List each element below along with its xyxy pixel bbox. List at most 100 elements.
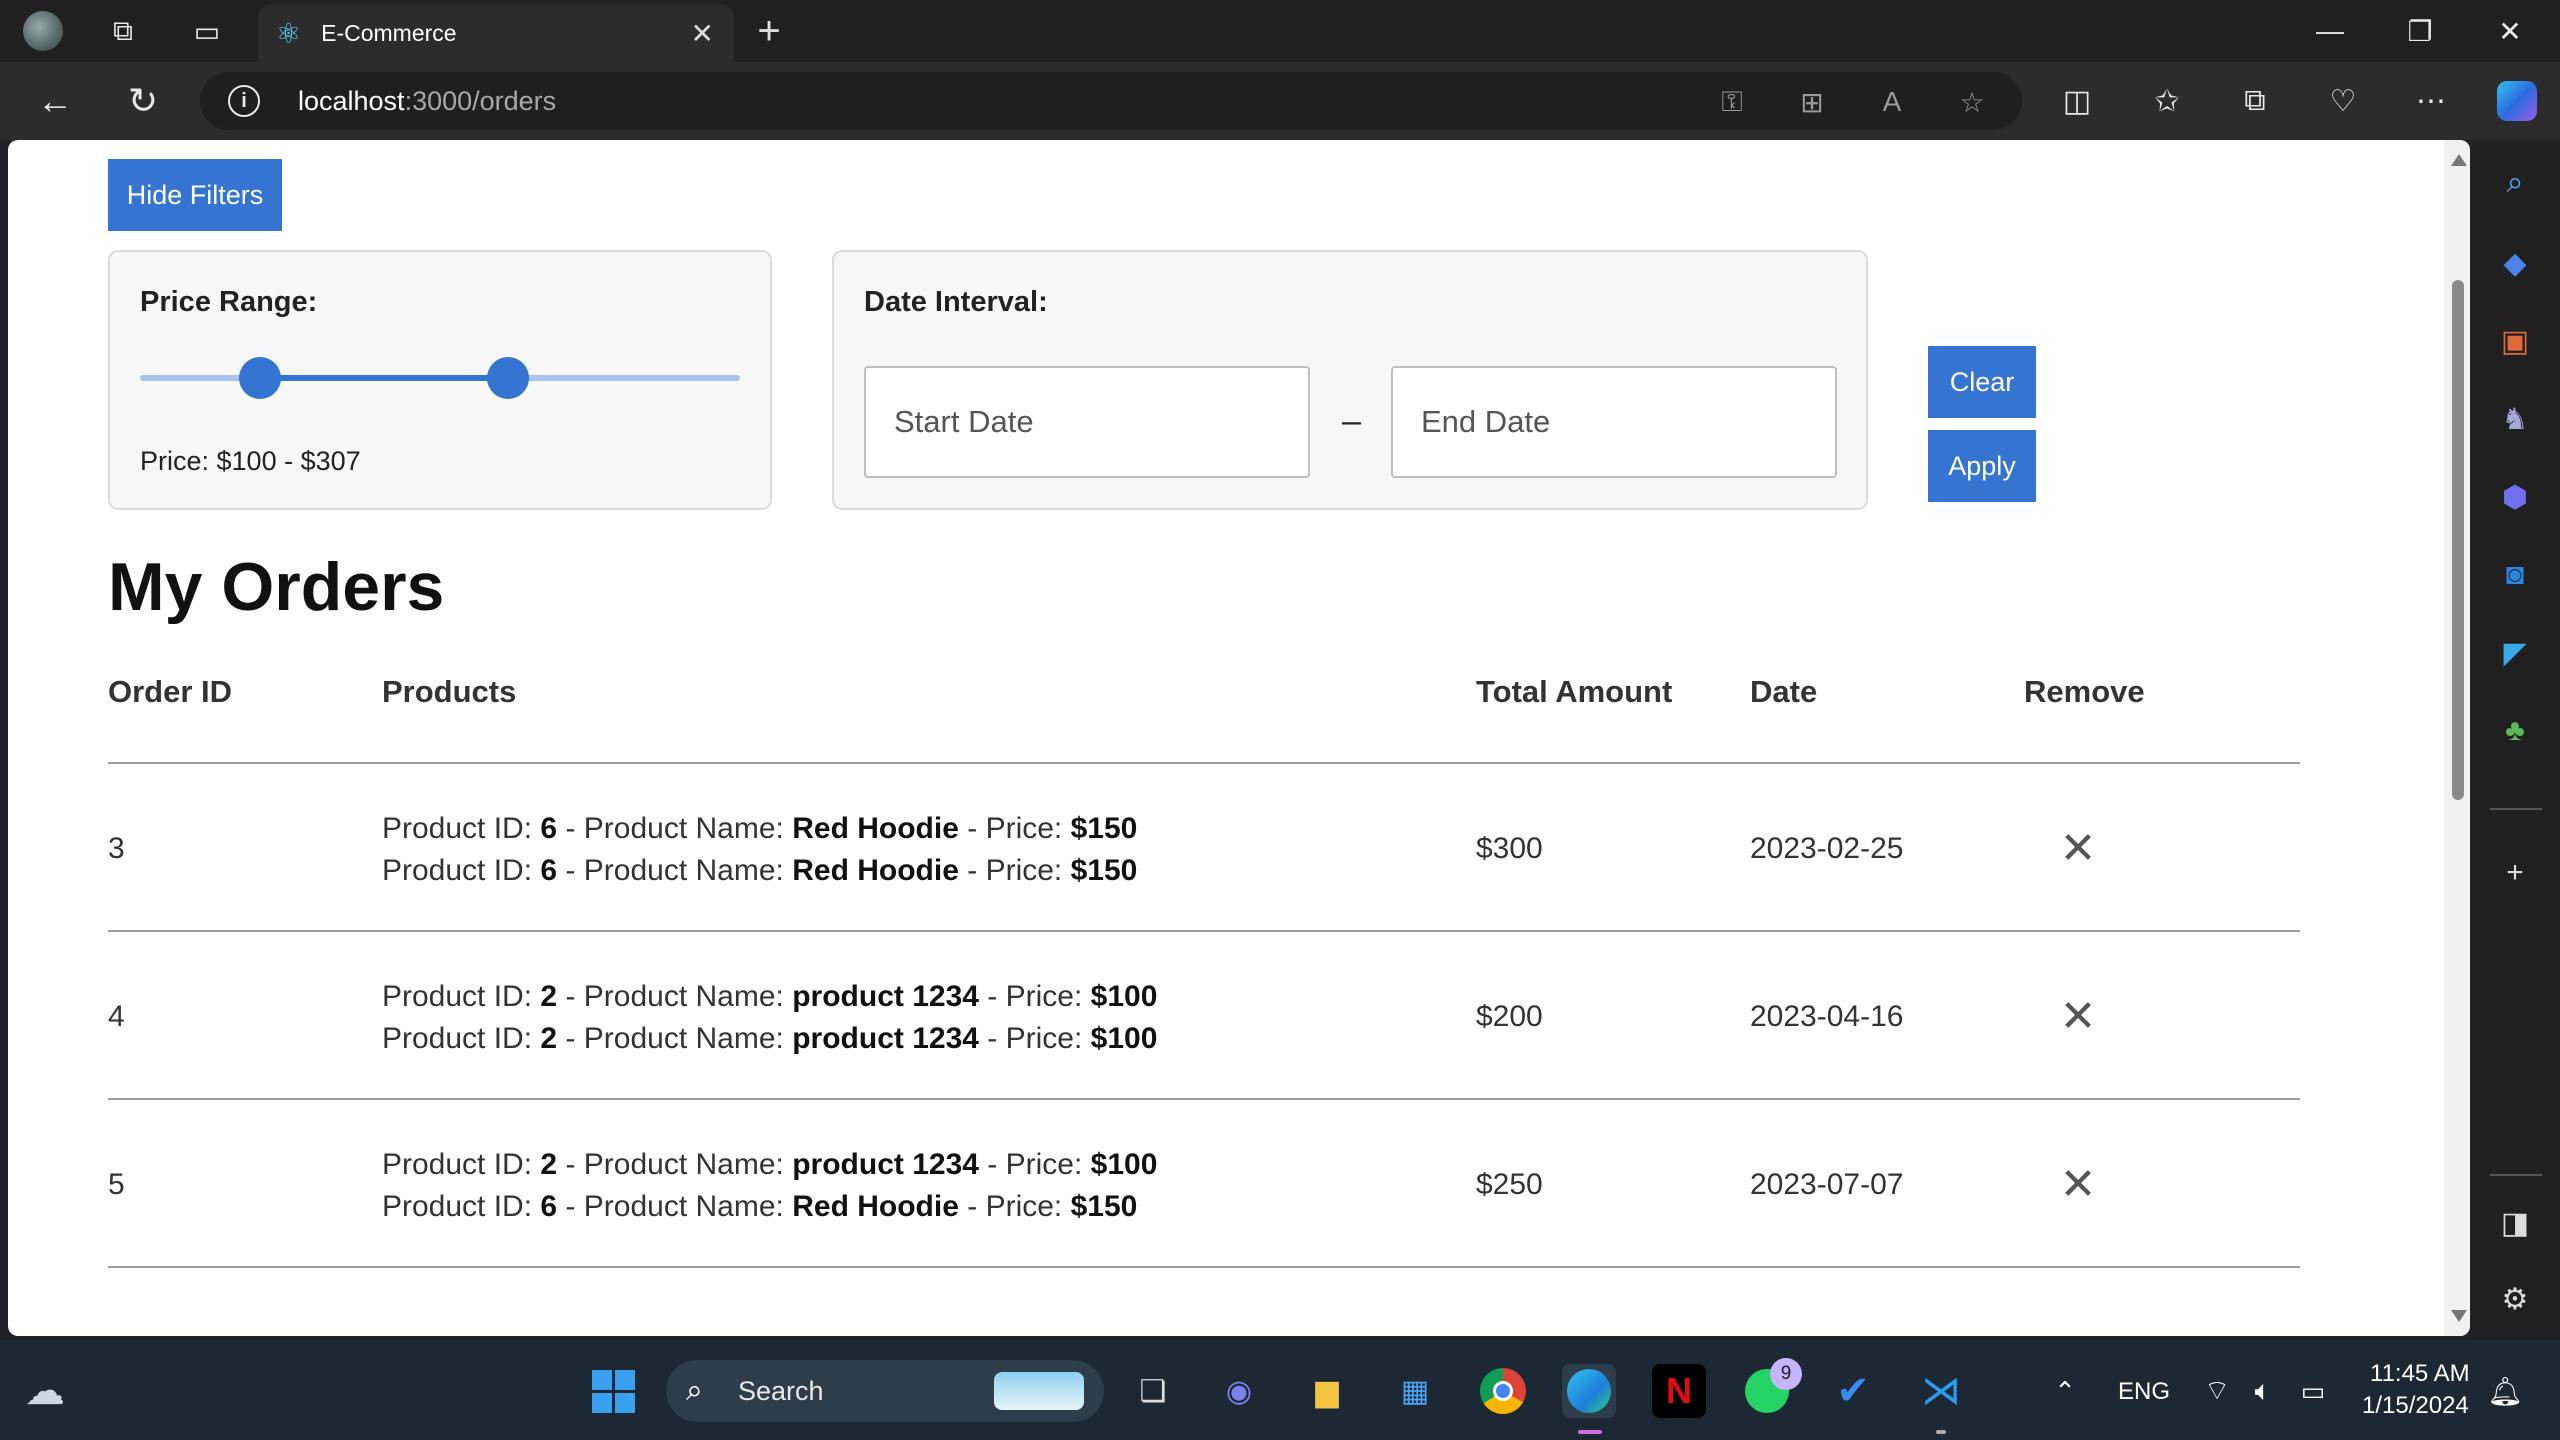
weather-icon[interactable]: ☁ — [18, 1364, 72, 1418]
shopping-tag-icon[interactable]: ◆ — [2492, 240, 2538, 286]
browser-toolbar: ← ↻ i localhost:3000/orders ⚿ ⊞ A ☆ ◫ ✩ … — [0, 62, 2560, 140]
workspaces-icon[interactable]: ⧉ — [100, 8, 146, 54]
edge-icon[interactable] — [1562, 1364, 1616, 1418]
language-indicator[interactable]: ENG — [2118, 1378, 2170, 1406]
apply-button[interactable]: Apply — [1928, 430, 2036, 502]
vscode-icon[interactable]: ⋊ — [1914, 1364, 1968, 1418]
apps-icon[interactable]: ⊞ — [1794, 84, 1830, 120]
product-price-value: $100 — [1090, 1022, 1158, 1055]
taskbar-search[interactable]: ⌕ Search — [666, 1360, 1104, 1422]
close-window-button[interactable]: ✕ — [2470, 8, 2550, 54]
tab-ecommerce[interactable]: ⚛ E-Commerce ✕ — [258, 4, 734, 62]
scroll-down-arrow[interactable] — [2451, 1310, 2467, 1322]
header-total-amount: Total Amount — [1476, 674, 1673, 709]
end-date-input[interactable]: End Date — [1391, 366, 1837, 478]
product-line: Product ID: 2 - Product Name: product 12… — [382, 1144, 1157, 1186]
chrome-icon[interactable] — [1476, 1364, 1530, 1418]
browser-essentials-icon[interactable]: ♡ — [2318, 76, 2368, 126]
read-aloud-icon[interactable]: A — [1874, 84, 1910, 120]
clock-date[interactable]: 1/15/2024 — [2362, 1392, 2469, 1420]
page-scrollbar[interactable] — [2444, 140, 2470, 1336]
hide-sidebar-icon[interactable]: ◨ — [2492, 1200, 2538, 1246]
netflix-icon[interactable]: N — [1652, 1364, 1706, 1418]
product-line: Product ID: 2 - Product Name: product 12… — [382, 976, 1157, 1018]
product-id-value: 2 — [540, 1148, 558, 1181]
file-explorer-icon[interactable]: ▆ — [1300, 1364, 1354, 1418]
date-interval-filter: Date Interval: Start Date – End Date — [832, 250, 1868, 510]
product-id-label: Product ID: — [382, 1022, 533, 1055]
product-price-label: Price: — [1005, 1022, 1083, 1055]
site-info-icon[interactable]: i — [228, 85, 260, 117]
copilot-icon[interactable] — [2492, 76, 2542, 126]
product-name-label: Product Name: — [583, 812, 784, 845]
tools-icon[interactable]: ▣ — [2492, 318, 2538, 364]
scroll-up-arrow[interactable] — [2451, 154, 2467, 166]
minimize-button[interactable]: — — [2290, 8, 2370, 54]
price-slider[interactable] — [140, 357, 740, 399]
outlook-icon[interactable]: ◙ — [2492, 552, 2538, 598]
product-name-label: Product Name: — [583, 1022, 784, 1055]
add-sidebar-app-icon[interactable]: + — [2492, 850, 2538, 896]
split-screen-icon[interactable]: ◫ — [2052, 76, 2102, 126]
show-hidden-icons[interactable]: ⌃ — [2038, 1364, 2092, 1418]
order-id-cell: 5 — [108, 1168, 125, 1201]
notifications-bell-icon[interactable]: 🔔︎ — [2478, 1364, 2532, 1418]
microsoft365-icon[interactable]: ⬢ — [2492, 474, 2538, 520]
separator: - — [565, 812, 576, 845]
key-icon[interactable]: ⚿ — [1714, 84, 1750, 120]
vertical-tabs-icon[interactable]: ▭ — [184, 8, 230, 54]
favorites-icon[interactable]: ✩ — [2142, 76, 2192, 126]
price-slider-min-handle[interactable] — [239, 357, 281, 399]
product-line: Product ID: 2 - Product Name: product 12… — [382, 1018, 1157, 1060]
price-slider-max-handle[interactable] — [487, 357, 530, 399]
order-id-cell: 3 — [108, 832, 125, 865]
separator: - — [967, 812, 978, 845]
restore-button[interactable]: ❐ — [2380, 8, 2460, 54]
product-id-value: 2 — [540, 980, 558, 1013]
product-id-label: Product ID: — [382, 854, 533, 887]
product-price-label: Price: — [1005, 1148, 1083, 1181]
favorite-star-icon[interactable]: ☆ — [1954, 84, 1990, 120]
clear-button[interactable]: Clear — [1928, 346, 2036, 418]
product-name-label: Product Name: — [583, 980, 784, 1013]
clock-time[interactable]: 11:45 AM — [2370, 1360, 2470, 1388]
tree-icon[interactable]: ♣ — [2492, 708, 2538, 754]
start-date-input[interactable]: Start Date — [864, 366, 1310, 478]
search-icon[interactable]: ⌕ — [2492, 160, 2538, 206]
tab-close-icon[interactable]: ✕ — [691, 17, 714, 50]
collections-icon[interactable]: ⧉ — [2230, 76, 2280, 126]
more-options-icon[interactable]: ⋯ — [2406, 76, 2456, 126]
date-cell: 2023-02-25 — [1750, 832, 1904, 865]
product-name-value: Red Hoodie — [792, 1190, 959, 1223]
address-bar[interactable]: i localhost:3000/orders ⚿ ⊞ A ☆ — [200, 72, 2022, 130]
product-id-label: Product ID: — [382, 980, 533, 1013]
new-tab-button[interactable]: + — [746, 8, 792, 54]
back-button[interactable]: ← — [30, 76, 80, 126]
browser-titlebar: ⧉ ▭ ⚛ E-Commerce ✕ + — ❐ ✕ — [0, 0, 2560, 62]
games-icon[interactable]: ♞ — [2492, 396, 2538, 442]
refresh-button[interactable]: ↻ — [118, 76, 168, 126]
battery-icon[interactable]: ▭ — [2286, 1364, 2340, 1418]
teams-chat-icon[interactable]: ◉ — [1212, 1364, 1266, 1418]
product-price-value: $150 — [1070, 812, 1138, 845]
drop-icon[interactable]: ◤ — [2492, 630, 2538, 676]
start-button[interactable] — [586, 1364, 640, 1418]
remove-order-icon[interactable]: ✕ — [2056, 1160, 2100, 1209]
volume-icon[interactable]: 🔈︎ — [2236, 1364, 2290, 1418]
sidebar-divider — [2490, 808, 2542, 810]
profile-avatar[interactable] — [20, 8, 66, 54]
scroll-thumb[interactable] — [2452, 280, 2464, 800]
table-row: 4 Product ID: 2 - Product Name: product 1… — [8, 934, 2408, 1102]
task-view-icon[interactable]: ❏ — [1126, 1364, 1180, 1418]
header-remove: Remove — [2024, 674, 2145, 709]
hide-filters-button[interactable]: Hide Filters — [108, 159, 282, 231]
table-header-divider — [108, 762, 2300, 764]
product-id-value: 6 — [540, 812, 558, 845]
microsoft-store-icon[interactable]: ▦ — [1388, 1364, 1442, 1418]
remove-order-icon[interactable]: ✕ — [2056, 824, 2100, 873]
header-products: Products — [382, 674, 517, 709]
products-cell: Product ID: 6 - Product Name: Red Hoodie… — [382, 808, 1137, 892]
sidebar-settings-icon[interactable]: ⚙ — [2492, 1276, 2538, 1322]
remove-order-icon[interactable]: ✕ — [2056, 992, 2100, 1041]
todo-icon[interactable]: ✔ — [1826, 1364, 1880, 1418]
